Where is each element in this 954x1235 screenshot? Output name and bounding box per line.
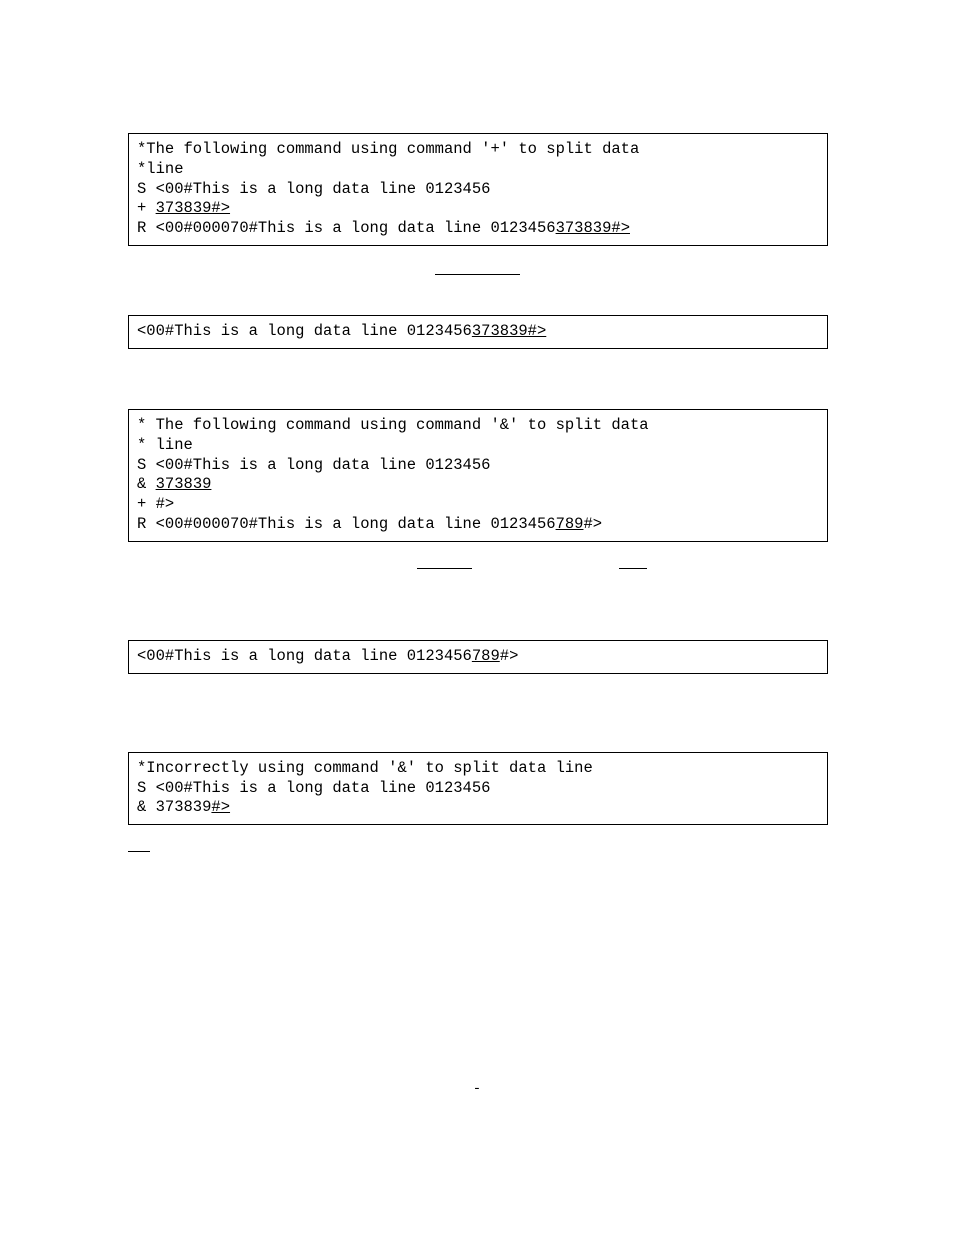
underlined-text: 789 <box>556 515 584 533</box>
code-text: #> <box>583 515 602 533</box>
code-text: & <box>137 475 156 493</box>
separator-rule <box>435 274 520 275</box>
separator-row <box>0 568 954 600</box>
footer-dash: - <box>473 1081 481 1099</box>
underlined-text: 789 <box>472 647 500 665</box>
code-line: *The following command using command '+'… <box>137 140 819 160</box>
underlined-text: 373839 <box>156 475 212 493</box>
code-line: & 373839#> <box>137 798 819 818</box>
underlined-text: 373839#> <box>156 199 230 217</box>
code-box-2: <00#This is a long data line 01234563738… <box>128 315 828 349</box>
code-line: S <00#This is a long data line 0123456 <box>137 456 819 476</box>
code-line: <00#This is a long data line 01234563738… <box>137 322 819 342</box>
code-text: R <00#000070#This is a long data line 01… <box>137 219 556 237</box>
code-box-1: *The following command using command '+'… <box>128 133 828 246</box>
code-text: & 373839 <box>137 798 211 816</box>
code-line: * line <box>137 436 819 456</box>
code-text: #> <box>500 647 519 665</box>
underlined-text: 373839#> <box>472 322 546 340</box>
code-box-5: *Incorrectly using command '&' to split … <box>128 752 828 825</box>
code-text: <00#This is a long data line 0123456 <box>137 322 472 340</box>
code-text: + <box>137 199 156 217</box>
separator-rule <box>417 568 472 569</box>
underlined-text: #> <box>211 798 230 816</box>
code-line: & 373839 <box>137 475 819 495</box>
code-line: S <00#This is a long data line 0123456 <box>137 779 819 799</box>
separator-rule <box>128 851 150 852</box>
code-line: *line <box>137 160 819 180</box>
code-line: S <00#This is a long data line 0123456 <box>137 180 819 200</box>
code-box-3: * The following command using command '&… <box>128 409 828 542</box>
separator-rule <box>619 568 647 569</box>
code-line: <00#This is a long data line 0123456789#… <box>137 647 819 667</box>
code-line: R <00#000070#This is a long data line 01… <box>137 515 819 535</box>
code-line: R <00#000070#This is a long data line 01… <box>137 219 819 239</box>
code-line: + 373839#> <box>137 199 819 219</box>
page: *The following command using command '+'… <box>0 0 954 1235</box>
code-line: * The following command using command '&… <box>137 416 819 436</box>
code-box-4: <00#This is a long data line 0123456789#… <box>128 640 828 674</box>
underlined-text: 373839#> <box>556 219 630 237</box>
code-text: R <00#000070#This is a long data line 01… <box>137 515 556 533</box>
code-text: <00#This is a long data line 0123456 <box>137 647 472 665</box>
code-line: + #> <box>137 495 819 515</box>
code-line: *Incorrectly using command '&' to split … <box>137 759 819 779</box>
